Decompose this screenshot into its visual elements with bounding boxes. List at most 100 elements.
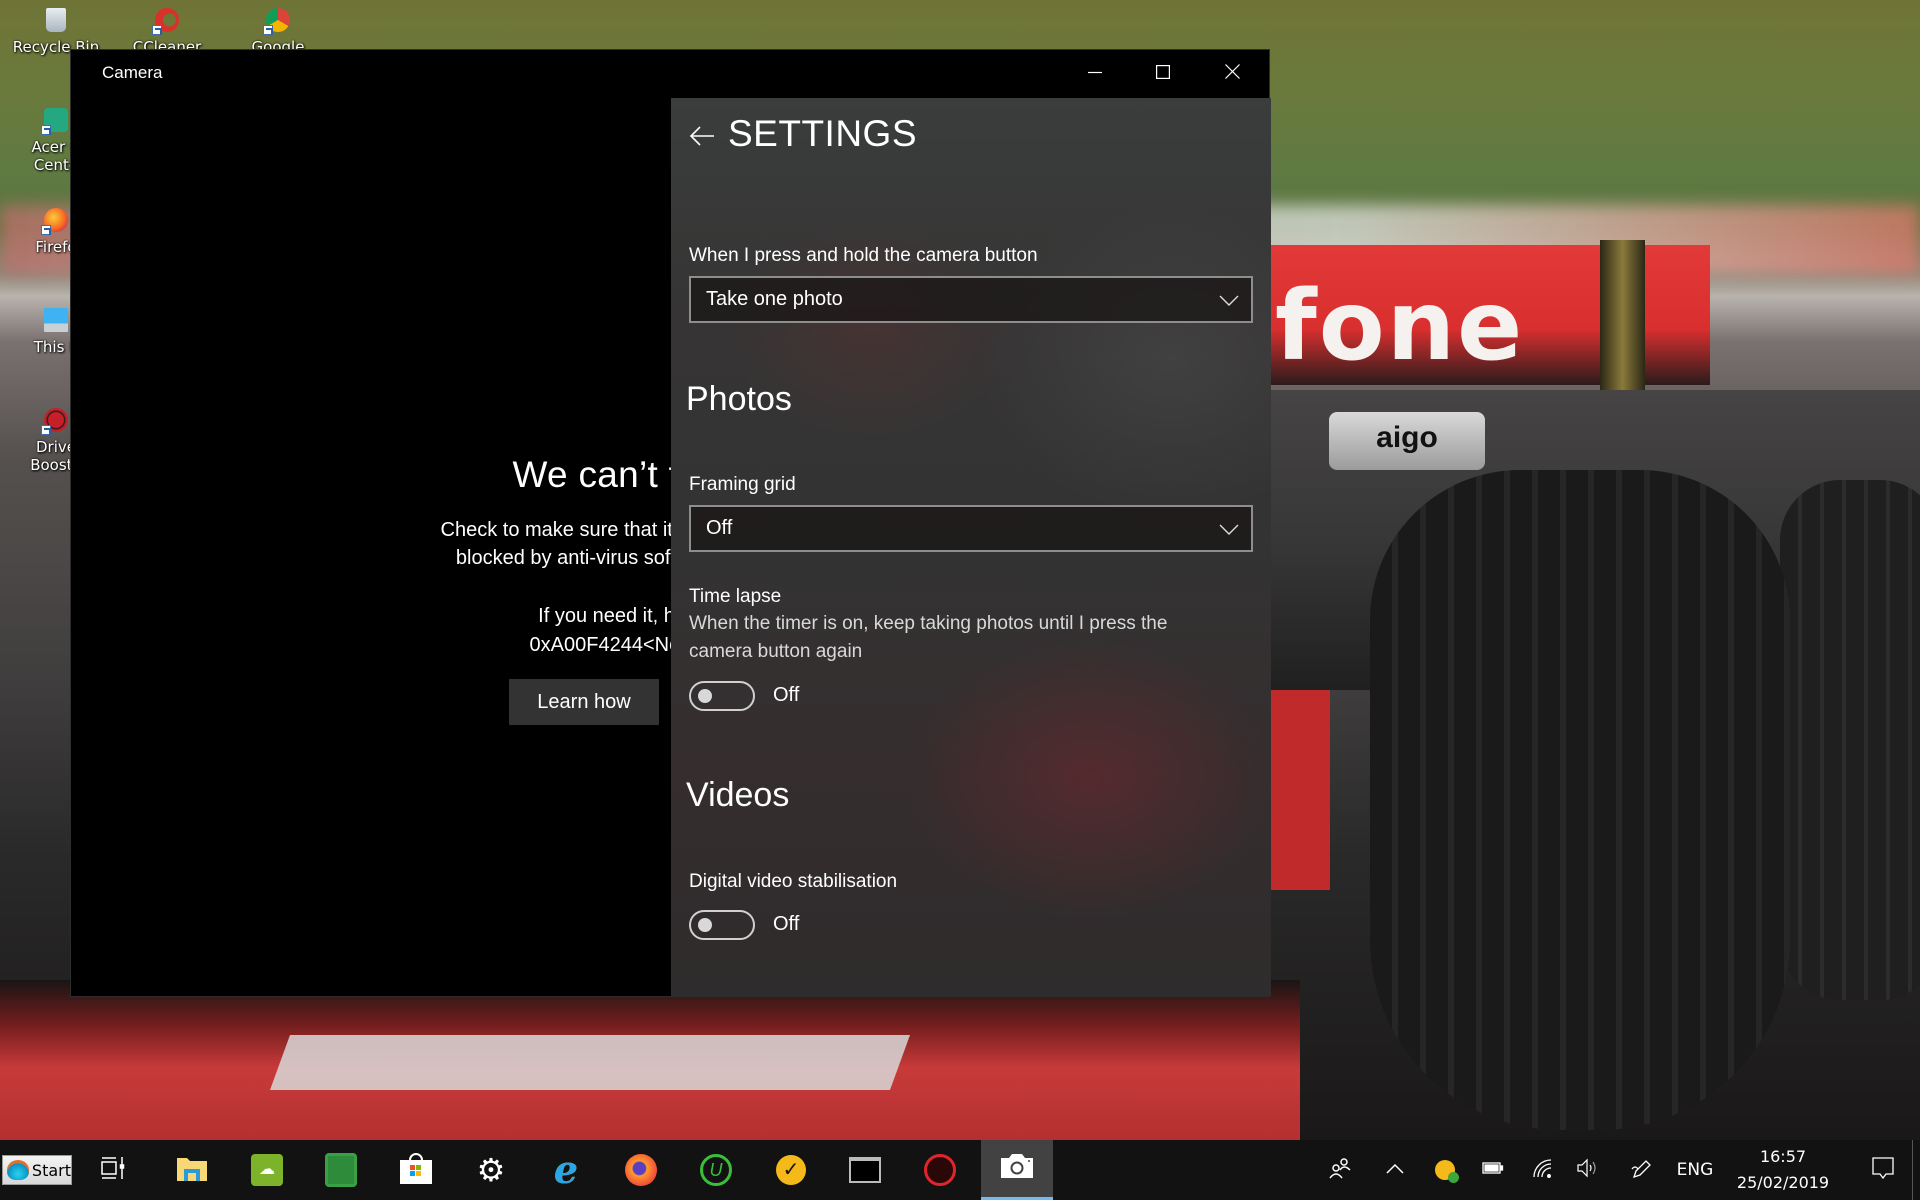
firefox-icon — [41, 208, 68, 235]
wallpaper-white-stripe — [269, 1035, 911, 1090]
file-explorer-icon — [176, 1154, 208, 1187]
norton-icon: ✓ — [776, 1155, 806, 1185]
taskbar-command-prompt[interactable] — [829, 1140, 901, 1200]
videos-heading: Videos — [686, 776, 790, 814]
back-arrow-icon — [688, 126, 718, 155]
tray-overflow-button[interactable] — [1380, 1140, 1410, 1200]
taskbar-norton[interactable]: ✓ — [755, 1140, 827, 1200]
description-line: camera button again — [689, 641, 863, 662]
wallpaper-front-tyre — [1370, 470, 1790, 1130]
minimize-icon — [1088, 65, 1102, 84]
description-line: When the timer is on, keep taking photos… — [689, 613, 1168, 634]
camera-button-dropdown[interactable]: Take one photo — [689, 276, 1253, 323]
firefox-icon — [625, 1154, 657, 1186]
time-lapse-toggle[interactable] — [689, 681, 755, 711]
wifi-icon — [1532, 1158, 1552, 1183]
taskbar-camera[interactable] — [981, 1140, 1053, 1200]
tray-clock[interactable]: 16:57 25/02/2019 — [1708, 1144, 1858, 1196]
time-lapse-label: Time lapse — [689, 586, 782, 607]
tray-norton[interactable] — [1430, 1140, 1460, 1200]
error-message-line: Check to make sure that it’s connected a — [440, 519, 671, 541]
taskbar-app-green-clouds[interactable]: ☁ — [231, 1140, 303, 1200]
tray-volume[interactable] — [1570, 1140, 1604, 1200]
minimize-button[interactable] — [1061, 50, 1129, 98]
tray-people[interactable] — [1320, 1140, 1360, 1200]
title-bar[interactable]: Camera — [71, 50, 1269, 98]
driver-booster-icon — [924, 1154, 956, 1186]
photos-heading: Photos — [686, 380, 792, 418]
error-message-line: blocked by anti-virus software, and th — [455, 547, 671, 569]
acer-care-center-icon — [41, 108, 68, 135]
chevron-up-icon — [1386, 1161, 1404, 1179]
time-lapse-state: Off — [773, 684, 800, 706]
dropdown-value: Off — [706, 517, 733, 539]
wallpaper-rear-tyre — [1780, 480, 1920, 1000]
action-center-icon — [1872, 1156, 1894, 1184]
driver-booster-icon — [41, 408, 68, 435]
window-title: Camera — [102, 63, 163, 82]
time-lapse-description: When the timer is on, keep taking photos… — [689, 610, 1249, 666]
back-button[interactable] — [688, 121, 718, 151]
battery-icon — [1482, 1161, 1504, 1180]
desktop-icon-google[interactable]: Google — [228, 0, 328, 56]
start-label: Start — [31, 1160, 71, 1180]
taskbar-settings[interactable]: ⚙ — [455, 1140, 527, 1200]
chevron-down-icon — [1219, 294, 1239, 312]
error-code: 0xA00F4244<NoCar — [529, 634, 671, 656]
taskbar-iobit-uninstaller[interactable]: U — [680, 1140, 752, 1200]
google-chrome-icon — [263, 8, 290, 35]
green-document-app-icon — [325, 1153, 357, 1187]
camera-window: Camera We can’t find Check to make sure … — [70, 49, 1271, 997]
toggle-knob — [698, 689, 712, 703]
tray-action-center[interactable] — [1858, 1140, 1908, 1200]
stabilisation-state: Off — [773, 913, 800, 935]
wallpaper-red-panel — [1270, 690, 1330, 890]
pen-icon — [1630, 1157, 1652, 1184]
framing-grid-label: Framing grid — [689, 474, 796, 495]
tray-pen[interactable] — [1624, 1140, 1658, 1200]
taskbar-firefox[interactable] — [605, 1140, 677, 1200]
norton-tray-icon — [1435, 1160, 1459, 1183]
desktop-icon-ccleaner[interactable]: CCleaner — [117, 0, 217, 56]
start-button[interactable]: Start — [2, 1155, 72, 1185]
taskbar-app-green-doc[interactable] — [305, 1140, 377, 1200]
taskbar-file-explorer[interactable] — [156, 1140, 228, 1200]
tray-network[interactable] — [1525, 1140, 1559, 1200]
camera-error-area: We can’t find Check to make sure that it… — [71, 98, 671, 996]
ccleaner-icon — [152, 8, 179, 35]
taskbar-task-view[interactable] — [78, 1140, 150, 1200]
close-button[interactable] — [1198, 50, 1266, 98]
settings-title: SETTINGS — [728, 113, 918, 154]
this-pc-icon — [44, 308, 68, 332]
internet-explorer-icon: e — [553, 1147, 579, 1192]
maximize-button[interactable] — [1129, 50, 1197, 98]
taskbar: Start ☁ ⚙ e U ✓ ENG 16:57 25/02/2019 — [0, 1140, 1920, 1200]
speaker-icon — [1576, 1158, 1598, 1183]
settings-panel: SETTINGS When I press and hold the camer… — [671, 98, 1271, 996]
framing-grid-dropdown[interactable]: Off — [689, 505, 1253, 552]
store-icon — [399, 1151, 433, 1190]
error-message: Check to make sure that it’s connected a… — [241, 516, 671, 572]
chevron-down-icon — [1219, 523, 1239, 541]
clock-date: 25/02/2019 — [1736, 1173, 1830, 1192]
learn-how-button[interactable]: Learn how — [509, 679, 659, 725]
stabilisation-toggle[interactable] — [689, 910, 755, 940]
gear-icon: ⚙ — [476, 1152, 506, 1188]
taskbar-driver-booster[interactable] — [904, 1140, 976, 1200]
wallpaper-wing-text: fone — [1275, 270, 1525, 382]
wallpaper-sponsor: aigo — [1329, 412, 1485, 470]
error-code-block: If you need it, here 0xA00F4244<NoCar — [241, 602, 671, 660]
maximize-icon — [1156, 64, 1171, 84]
close-icon — [1224, 64, 1240, 84]
show-desktop-button[interactable] — [1912, 1140, 1920, 1200]
tray-battery[interactable] — [1478, 1140, 1508, 1200]
command-prompt-icon — [849, 1157, 881, 1183]
taskbar-microsoft-store[interactable] — [380, 1140, 452, 1200]
green-cloud-app-icon: ☁ — [251, 1154, 283, 1186]
taskbar-internet-explorer[interactable]: e — [530, 1140, 602, 1200]
camera-button-label: When I press and hold the camera button — [689, 245, 1038, 266]
error-title: We can’t find — [512, 454, 671, 495]
start-shell-icon — [7, 1160, 29, 1180]
desktop-icon-recycle-bin[interactable]: Recycle Bin — [6, 0, 106, 56]
error-code-intro: If you need it, here — [538, 605, 671, 627]
